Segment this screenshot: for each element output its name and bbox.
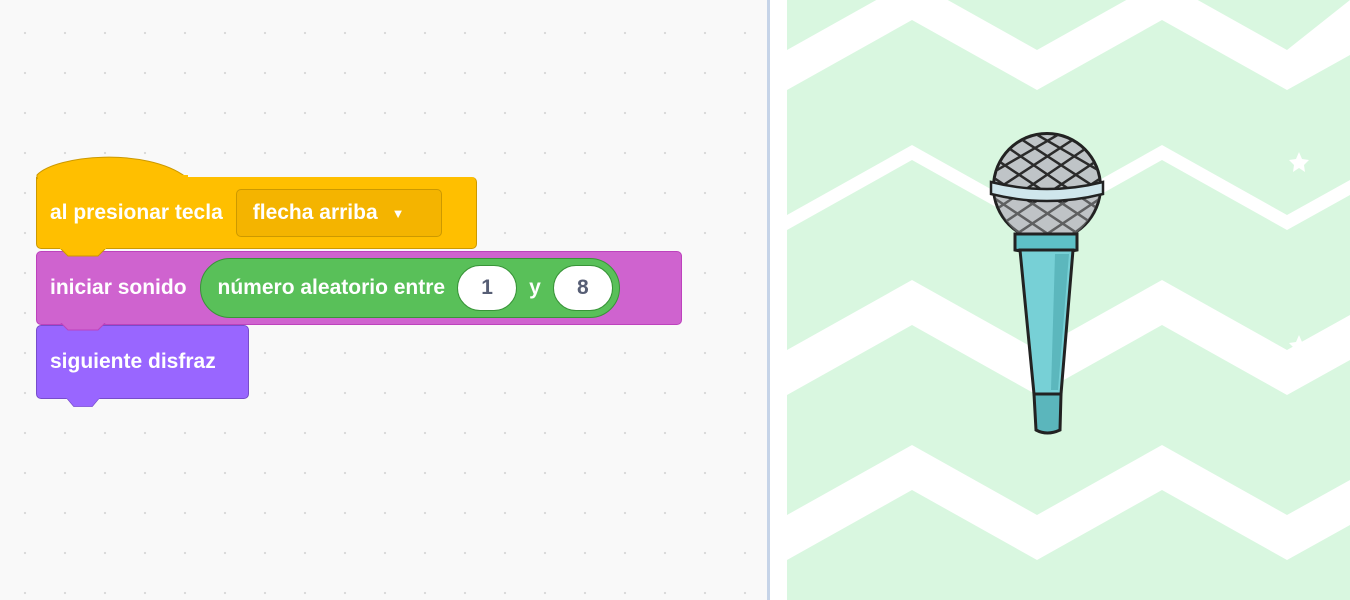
stage-margin (770, 0, 787, 600)
random-joiner-label: y (529, 276, 541, 299)
hat-block-cap[interactable] (36, 153, 196, 179)
key-dropdown-value: flecha arriba (252, 200, 378, 224)
microphone-icon[interactable] (985, 132, 1110, 442)
next-costume-label: siguiente disfraz (50, 350, 216, 373)
random-number-label: número aleatorio entre (217, 276, 446, 299)
connector-notch (60, 248, 106, 257)
next-costume-block[interactable]: siguiente disfraz (36, 325, 249, 399)
random-number-reporter[interactable]: número aleatorio entre 1 y 8 (199, 258, 620, 318)
key-dropdown[interactable]: flecha arriba ▼ (235, 188, 442, 237)
chevron-down-icon: ▼ (391, 206, 405, 221)
start-sound-block[interactable]: iniciar sonido número aleatorio entre 1 … (36, 251, 682, 325)
connector-notch (66, 398, 100, 407)
random-to-input[interactable]: 8 (552, 265, 613, 311)
random-from-input[interactable]: 1 (457, 265, 518, 311)
start-sound-label: iniciar sonido (50, 276, 187, 299)
when-key-pressed-block[interactable]: al presionar tecla flecha arriba ▼ (36, 177, 477, 249)
connector-notch (60, 322, 106, 331)
when-key-pressed-label: al presionar tecla (50, 200, 223, 224)
